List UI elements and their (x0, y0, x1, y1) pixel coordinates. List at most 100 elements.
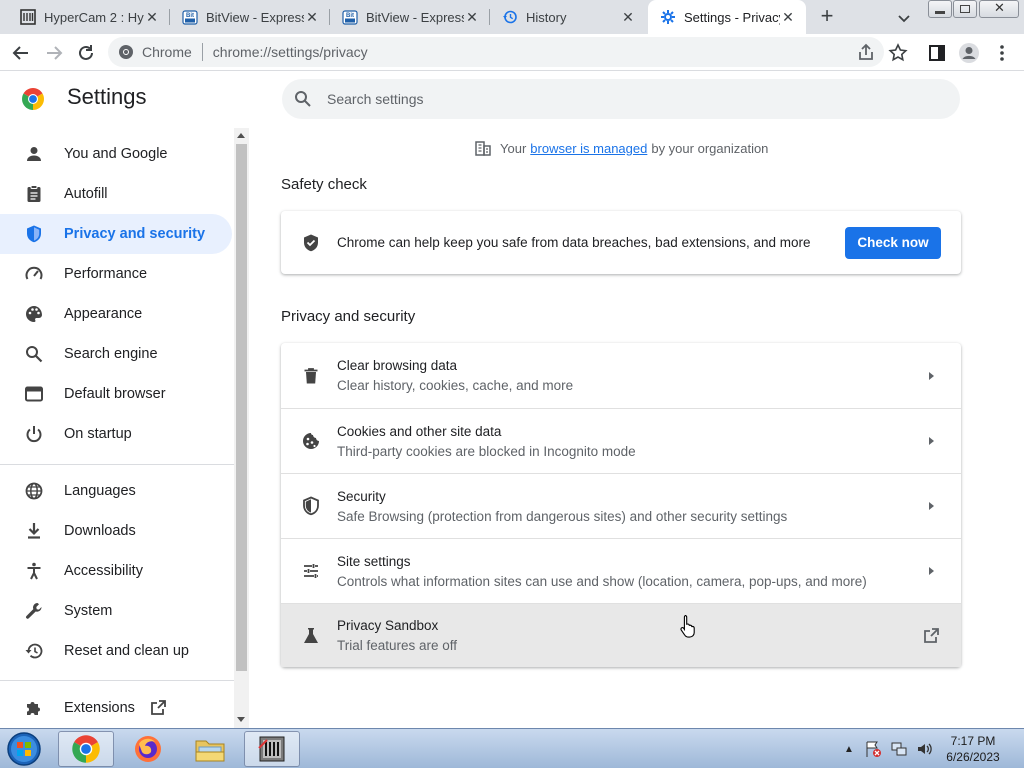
sidebar-item-languages[interactable]: Languages (0, 471, 232, 511)
site-settings-row[interactable]: Site settings Controls what information s… (281, 538, 961, 603)
sidebar-item-on-startup[interactable]: On startup (0, 414, 232, 454)
scrollbar-thumb[interactable] (236, 144, 247, 671)
taskbar-clock[interactable]: 7:17 PM 6/26/2023 (940, 733, 1006, 765)
chevron-right-icon (929, 437, 934, 445)
hand-cursor-icon (680, 614, 695, 638)
restore-icon (25, 643, 43, 659)
svg-text:Bit: Bit (186, 13, 194, 19)
scroll-up-arrow-icon[interactable] (237, 133, 245, 138)
side-panel-icon[interactable] (926, 42, 948, 64)
cookies-row[interactable]: Cookies and other site data Third-party c… (281, 408, 961, 473)
minimize-button[interactable] (928, 0, 952, 18)
tune-icon (304, 564, 318, 578)
sidebar-item-label: Languages (64, 483, 136, 499)
sidebar-item-default-browser[interactable]: Default browser (0, 374, 232, 414)
palette-icon (26, 306, 42, 322)
sidebar-item-extensions[interactable]: Extensions (0, 688, 232, 728)
taskbar-file-explorer[interactable] (182, 731, 238, 767)
sidebar-item-label: Accessibility (64, 563, 143, 579)
start-button-icon[interactable] (6, 731, 42, 767)
show-hidden-icons-icon[interactable]: ▲ (844, 744, 854, 755)
speedometer-icon (25, 266, 43, 280)
new-tab-button[interactable]: + (815, 5, 839, 29)
tab-close-icon[interactable]: ✕ (780, 9, 796, 25)
privacy-sandbox-row[interactable]: Privacy Sandbox Trial features are off (281, 603, 961, 667)
clipboard-icon (27, 185, 41, 202)
row-title: Clear browsing data (337, 358, 458, 373)
sidebar-scrollbar[interactable] (234, 128, 249, 728)
network-icon[interactable] (890, 740, 908, 758)
sidebar-item-label: Downloads (64, 523, 136, 539)
sidebar-item-label: Privacy and security (64, 226, 206, 242)
tab-title: History (526, 9, 567, 25)
tab-close-icon[interactable]: ✕ (620, 9, 636, 25)
action-center-flag-icon[interactable] (864, 740, 882, 758)
tab-hypercam[interactable]: HyperCam 2 : Hyp ✕ (8, 0, 170, 34)
site-chip-label: Chrome (142, 44, 192, 60)
close-window-button[interactable]: ✕ (979, 0, 1019, 18)
reload-icon[interactable] (75, 42, 97, 64)
managed-browser-notice: Your browser is managed by your organiza… (474, 139, 768, 157)
sidebar-item-privacy-and-security[interactable]: Privacy and security (0, 214, 232, 254)
check-now-button[interactable]: Check now (845, 226, 941, 259)
taskbar-firefox[interactable] (120, 731, 176, 767)
share-icon[interactable] (855, 42, 877, 64)
tab-settings[interactable]: Settings - Privacy ✕ (648, 0, 806, 34)
more-menu-icon[interactable] (991, 42, 1013, 64)
sidebar-item-autofill[interactable]: Autofill (0, 174, 232, 214)
search-icon (295, 91, 311, 107)
shield-icon (27, 225, 41, 243)
browser-managed-link[interactable]: browser is managed (530, 141, 647, 156)
chevron-right-icon (929, 567, 934, 575)
page-title: Settings (67, 84, 147, 109)
taskbar-chrome[interactable] (58, 731, 114, 767)
privacy-security-heading: Privacy and security (281, 308, 416, 325)
sidebar-item-label: Extensions (64, 700, 135, 716)
sidebar-item-accessibility[interactable]: Accessibility (0, 551, 232, 591)
sidebar-item-search-engine[interactable]: Search engine (0, 334, 232, 374)
url-text: chrome://settings/privacy (212, 44, 368, 60)
puzzle-icon (27, 702, 40, 715)
tab-close-icon[interactable]: ✕ (144, 9, 160, 25)
back-arrow-icon[interactable] (10, 42, 32, 64)
sidebar-item-reset-and-clean-up[interactable]: Reset and clean up (0, 631, 232, 671)
folder-icon (195, 740, 225, 762)
taskbar-hypercam[interactable] (244, 731, 300, 767)
tab-close-icon[interactable]: ✕ (464, 9, 480, 25)
row-title: Privacy Sandbox (337, 618, 439, 633)
hypercam-icon (20, 9, 36, 25)
chrome-logo-icon (22, 88, 44, 110)
globe-icon (25, 482, 43, 500)
sidebar-item-label: Reset and clean up (64, 643, 189, 659)
profile-avatar-icon[interactable] (958, 42, 980, 64)
restore-button[interactable] (953, 0, 977, 18)
address-bar[interactable]: Chrome chrome://settings/privacy (108, 37, 884, 67)
row-subtitle: Safe Browsing (protection from dangerous… (337, 508, 788, 524)
system-tray: ▲ (844, 729, 934, 768)
tab-bitview-1[interactable]: Bit BitView - Express ✕ (170, 0, 330, 34)
tab-search-chevron-icon[interactable] (894, 8, 914, 28)
tab-history[interactable]: History ✕ (490, 0, 646, 34)
windows-taskbar: ▲ 7:17 PM 6/26/2023 (0, 728, 1024, 768)
tab-bitview-2[interactable]: Bit BitView - Express ✕ (330, 0, 490, 34)
search-input[interactable] (327, 91, 887, 107)
sidebar-item-performance[interactable]: Performance (0, 254, 232, 294)
bookmark-star-icon[interactable] (887, 42, 909, 64)
clock-time: 7:17 PM (950, 734, 996, 748)
tab-close-icon[interactable]: ✕ (304, 9, 320, 25)
search-settings-box[interactable] (282, 79, 960, 119)
sidebar-item-label: Search engine (64, 346, 158, 362)
omnibox-divider (201, 43, 203, 61)
forward-arrow-icon[interactable] (43, 42, 65, 64)
chrome-logo-icon (72, 735, 100, 763)
sidebar-item-you-and-google[interactable]: You and Google (0, 134, 232, 174)
sidebar-item-system[interactable]: System (0, 591, 232, 631)
managed-suffix: by your organization (651, 140, 769, 156)
volume-icon[interactable] (916, 740, 934, 758)
clear-browsing-data-row[interactable]: Clear browsing data Clear history, cookie… (281, 343, 961, 408)
scroll-down-arrow-icon[interactable] (237, 717, 245, 722)
hypercam-icon (258, 736, 285, 762)
sidebar-item-appearance[interactable]: Appearance (0, 294, 232, 334)
security-row[interactable]: Security Safe Browsing (protection from d… (281, 473, 961, 538)
sidebar-item-downloads[interactable]: Downloads (0, 511, 232, 551)
